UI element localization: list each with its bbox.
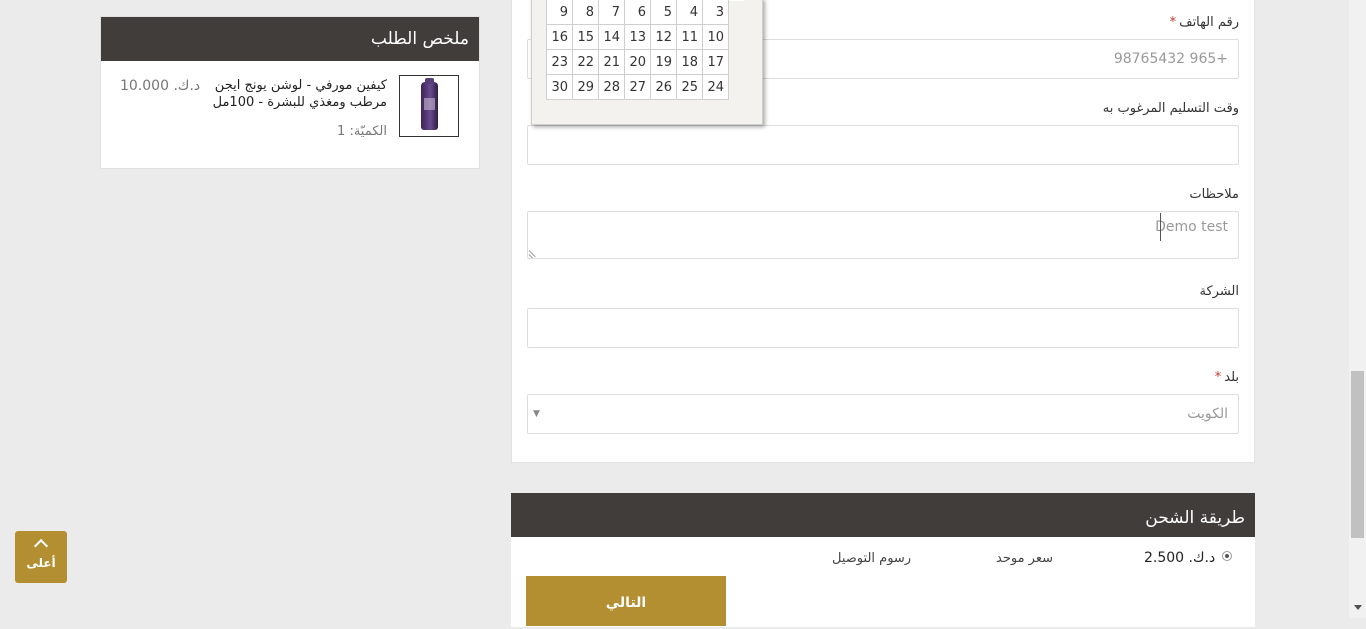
- date-picker-day[interactable]: 9: [546, 0, 573, 25]
- scrollbar-thumb[interactable]: [1351, 371, 1364, 538]
- date-picker-week: 16 15 14 13 12 11 10: [546, 24, 729, 50]
- date-picker-day[interactable]: 12: [650, 24, 677, 50]
- order-summary-title: ملخص الطلب: [101, 17, 479, 61]
- country-select[interactable]: الكويت: [527, 394, 1239, 434]
- date-picker-day[interactable]: 14: [598, 24, 625, 50]
- back-to-top-button[interactable]: أعلى: [15, 531, 67, 583]
- date-picker-day[interactable]: 16: [546, 24, 573, 50]
- date-picker-day[interactable]: 25: [676, 74, 703, 100]
- date-picker-week: 23 22 21 20 19 18 17: [546, 49, 729, 75]
- date-picker-day[interactable]: 5: [650, 0, 677, 25]
- delivery-time-input[interactable]: [527, 125, 1239, 165]
- notes-textarea[interactable]: Demo test: [527, 211, 1239, 259]
- country-label: بلد*: [1214, 370, 1239, 385]
- product-bottle-icon: [421, 78, 438, 130]
- scroll-down-arrow-icon[interactable]: [1354, 605, 1362, 610]
- date-picker-week: 30 29 28 27 26 25 24: [546, 74, 729, 100]
- product-image[interactable]: [399, 75, 459, 137]
- date-picker-day[interactable]: 28: [598, 74, 625, 100]
- date-picker-day[interactable]: 13: [624, 24, 651, 50]
- product-name[interactable]: كيفين مورفي - لوشن يونج ايجن مرطب ومغذي …: [207, 77, 387, 111]
- date-picker-day[interactable]: 26: [650, 74, 677, 100]
- product-quantity: الكميّة: 1: [337, 124, 387, 139]
- date-picker-day[interactable]: 11: [676, 24, 703, 50]
- delivery-time-label: وقت التسليم المرغوب به: [1102, 101, 1239, 116]
- date-picker-grid: 9 8 7 6 5 4 3 16 15 14 13 12 11 10 23 22 21 20 19 18 17 30 29 2…: [546, 0, 729, 100]
- date-picker-day[interactable]: 22: [572, 49, 599, 75]
- dropdown-arrow-icon: ▼: [533, 409, 540, 419]
- date-picker-day[interactable]: 21: [598, 49, 625, 75]
- required-marker: *: [1214, 370, 1222, 385]
- shipping-description: رسوم التوصيل: [832, 551, 912, 566]
- shipping-type: سعر موحد: [996, 551, 1054, 566]
- date-picker-day[interactable]: 4: [676, 0, 703, 25]
- date-picker-day[interactable]: 29: [572, 74, 599, 100]
- date-picker-day[interactable]: 30: [546, 74, 573, 100]
- date-picker-day[interactable]: 17: [702, 49, 729, 75]
- shipping-price: د.ك. 2.500: [1144, 550, 1216, 566]
- resize-handle-icon[interactable]: [529, 249, 537, 257]
- back-to-top-label: أعلى: [26, 556, 56, 570]
- date-picker-day[interactable]: 23: [546, 49, 573, 75]
- product-price: د.ك. 10.000: [120, 78, 201, 94]
- date-picker-day[interactable]: 27: [624, 74, 651, 100]
- date-picker-day[interactable]: 8: [572, 0, 599, 25]
- date-picker-week: 9876543: [546, 0, 729, 25]
- notes-label: ملاحظات: [1189, 187, 1239, 202]
- date-picker-day[interactable]: 18: [676, 49, 703, 75]
- next-button[interactable]: التالي: [526, 576, 726, 626]
- date-picker-day[interactable]: 19: [650, 49, 677, 75]
- text-cursor: [1160, 213, 1161, 241]
- date-picker-popup: 9 8 7 6 5 4 3 16 15 14 13 12 11 10 23 22 21 20 19 18 17 30 29 2…: [531, 0, 763, 125]
- date-picker-day[interactable]: 7: [598, 0, 625, 25]
- shipping-method-title: طريقة الشحن: [511, 493, 1255, 537]
- company-label: الشركة: [1199, 284, 1239, 299]
- date-picker-day[interactable]: 6: [624, 0, 651, 25]
- date-picker-day[interactable]: 3: [702, 0, 729, 25]
- date-picker-day[interactable]: 10: [702, 24, 729, 50]
- date-picker-day[interactable]: 15: [572, 24, 599, 50]
- date-picker-day[interactable]: 20: [624, 49, 651, 75]
- chevron-up-icon: [33, 538, 49, 554]
- phone-label: رقم الهاتف*: [1169, 15, 1239, 30]
- required-marker: *: [1169, 15, 1177, 30]
- shipping-option-radio[interactable]: [1222, 551, 1232, 561]
- company-input[interactable]: [527, 308, 1239, 348]
- date-picker-day[interactable]: 24: [702, 74, 729, 100]
